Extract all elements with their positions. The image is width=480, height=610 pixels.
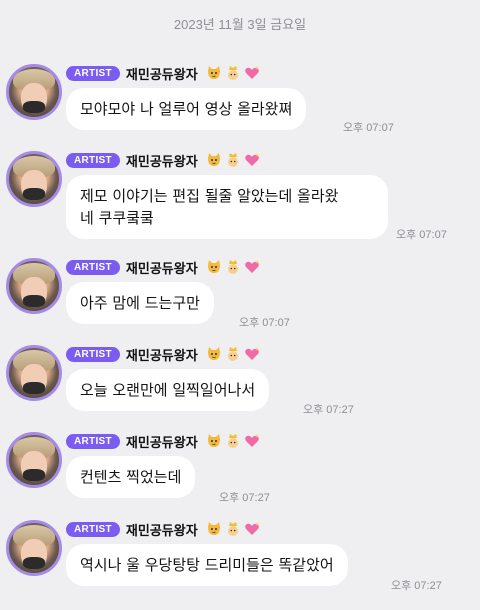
message-bubble[interactable]: 오늘 오랜만에 일찍일어나서: [66, 369, 270, 411]
cat-face-icon: [207, 522, 220, 535]
message-bubble[interactable]: 제모 이야기는 편집 될줄 알았는데 올라왔 네 쿠쿠쿸쿸: [66, 175, 388, 239]
message-time: 오후 07:07: [239, 317, 290, 329]
message-header: ARTIST 재민공듀왕자: [66, 64, 260, 83]
message-time: 오후 07:27: [391, 580, 442, 592]
prince-icon: [227, 153, 238, 167]
artist-avatar[interactable]: [6, 151, 62, 207]
sparkling-heart-icon: [244, 66, 259, 79]
message-time: 오후 07:27: [219, 492, 270, 504]
sparkling-heart-icon: [244, 260, 259, 273]
sparkling-heart-icon: [244, 522, 259, 535]
message-header: ARTIST 재민공듀왕자: [66, 258, 260, 277]
message-bubble[interactable]: 모야모야 나 얼루어 영상 올라왔쪄: [66, 88, 307, 130]
sparkling-heart-icon: [244, 434, 259, 447]
sender-nickname: 재민공듀왕자: [125, 523, 198, 539]
prince-icon: [227, 347, 238, 361]
cat-face-icon: [207, 153, 220, 166]
message-header: ARTIST 재민공듀왕자: [66, 151, 260, 170]
artist-badge: ARTIST: [66, 152, 120, 168]
message-time: 오후 07:07: [396, 229, 447, 241]
message-time: 오후 07:07: [343, 122, 394, 134]
message-header: ARTIST 재민공듀왕자: [66, 520, 260, 539]
cat-face-icon: [207, 260, 220, 273]
artist-badge: ARTIST: [66, 259, 120, 275]
sparkling-heart-icon: [244, 347, 259, 360]
date-divider: 2023년 11월 3일 금요일: [173, 17, 307, 32]
artist-avatar[interactable]: [6, 64, 62, 120]
message-time: 오후 07:27: [303, 404, 354, 416]
artist-badge: ARTIST: [66, 65, 120, 81]
message-bubble[interactable]: 역시나 울 우당탕탕 드리미들은 똑같았어: [66, 544, 348, 586]
sender-nickname: 재민공듀왕자: [125, 348, 198, 364]
cat-face-icon: [207, 347, 220, 360]
artist-avatar[interactable]: [6, 520, 62, 576]
sender-nickname: 재민공듀왕자: [125, 435, 198, 451]
message-header: ARTIST 재민공듀왕자: [66, 345, 260, 364]
prince-icon: [227, 260, 238, 274]
message-bubble[interactable]: 컨텐츠 찍었는데: [66, 456, 196, 498]
artist-avatar[interactable]: [6, 345, 62, 401]
artist-badge: ARTIST: [66, 346, 120, 362]
artist-avatar[interactable]: [6, 432, 62, 488]
sparkling-heart-icon: [244, 153, 259, 166]
artist-badge: ARTIST: [66, 433, 120, 449]
sender-nickname: 재민공듀왕자: [125, 154, 198, 170]
sender-nickname: 재민공듀왕자: [125, 261, 198, 277]
prince-icon: [227, 66, 238, 80]
cat-face-icon: [207, 434, 220, 447]
message-bubble[interactable]: 아주 맘에 드는구만: [66, 282, 214, 324]
prince-icon: [227, 522, 238, 536]
artist-avatar[interactable]: [6, 258, 62, 314]
prince-icon: [227, 434, 238, 448]
message-header: ARTIST 재민공듀왕자: [66, 432, 260, 451]
sender-nickname: 재민공듀왕자: [125, 67, 198, 83]
artist-badge: ARTIST: [66, 521, 120, 537]
cat-face-icon: [207, 66, 220, 79]
